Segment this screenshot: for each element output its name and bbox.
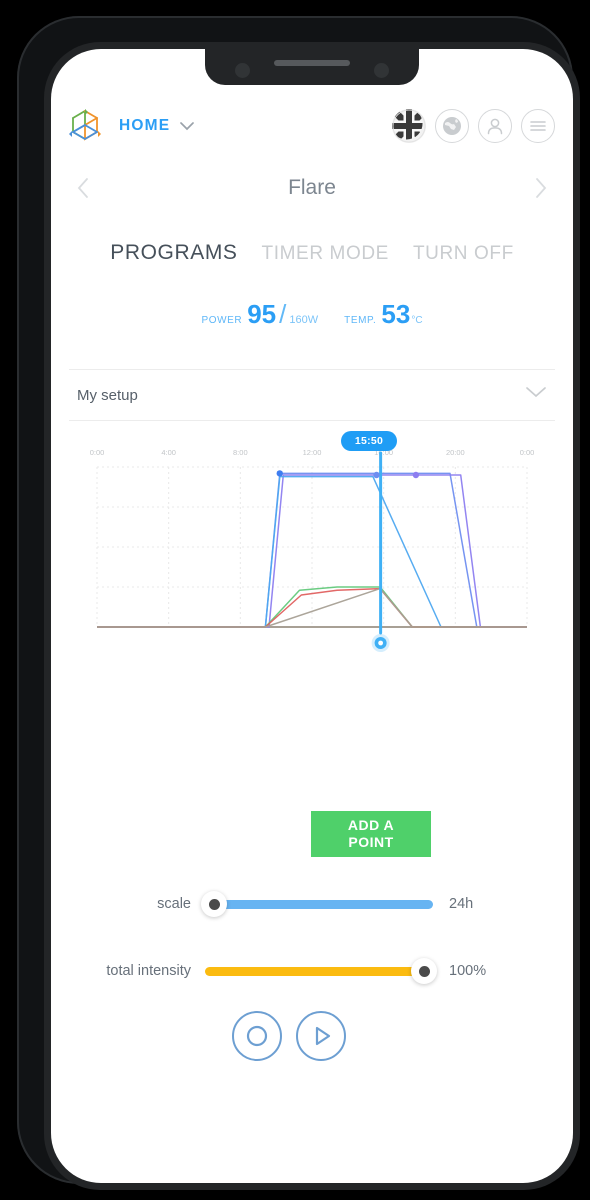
chevron-right-icon[interactable] <box>527 176 555 200</box>
power-value: 95 <box>247 299 277 329</box>
intensity-slider-track[interactable] <box>205 966 433 976</box>
svg-text:8:00: 8:00 <box>233 448 248 457</box>
chart-canvas[interactable]: 0:00 4:00 8:00 12:00 16:00 20:00 0:00 <box>69 429 555 669</box>
app-header: HOME <box>51 97 573 155</box>
app-screen: HOME Flare PROGRAMS TIMER MODE TURN OFF … <box>51 49 573 1183</box>
transport-controls <box>51 1011 573 1061</box>
tab-timer-mode[interactable]: TIMER MODE <box>262 243 389 265</box>
device-title-bar: Flare <box>51 165 573 211</box>
record-button[interactable] <box>232 1011 282 1061</box>
power-separator: / <box>279 299 287 329</box>
intensity-slider-knob[interactable] <box>411 958 437 984</box>
scale-slider-knob[interactable] <box>201 891 227 917</box>
scale-slider-label: scale <box>157 896 191 912</box>
chevron-left-icon[interactable] <box>69 176 97 200</box>
page-title: Flare <box>288 176 336 199</box>
status-readouts: POWER 95 / 160W TEMP. 53 °C <box>51 299 573 330</box>
mode-tabs: PROGRAMS TIMER MODE TURN OFF <box>51 241 573 265</box>
notch-speaker <box>274 60 350 66</box>
user-icon[interactable] <box>478 109 512 143</box>
chart-cursor-group <box>371 451 390 652</box>
scale-slider-value: 24h <box>449 896 474 912</box>
tab-turn-off[interactable]: TURN OFF <box>413 243 514 265</box>
svg-text:4:00: 4:00 <box>161 448 176 457</box>
notch-camera-left-icon <box>235 63 250 78</box>
scale-slider[interactable] <box>201 887 433 921</box>
temp-unit: °C <box>411 315 423 326</box>
hamburger-menu-icon[interactable] <box>521 109 555 143</box>
tab-programs[interactable]: PROGRAMS <box>110 241 237 265</box>
chevron-down-icon[interactable] <box>179 121 195 132</box>
selected-time-badge[interactable]: 15:50 <box>341 431 397 451</box>
svg-text:12:00: 12:00 <box>303 448 322 457</box>
svg-text:20:00: 20:00 <box>446 448 465 457</box>
header-icon-group <box>392 109 555 143</box>
temp-value: 53 <box>381 299 411 329</box>
home-label[interactable]: HOME <box>119 117 170 135</box>
power-readout: POWER 95 / 160W <box>201 299 318 330</box>
scale-slider-track[interactable] <box>205 899 433 909</box>
globe-icon[interactable] <box>435 109 469 143</box>
chevron-down-icon[interactable] <box>525 386 547 404</box>
temperature-readout: TEMP. 53 °C <box>344 299 422 330</box>
phone-notch <box>205 49 419 85</box>
program-chart[interactable]: 15:50 0:00 4:00 8:00 12:00 16:00 20:00 0:00 <box>69 429 555 669</box>
intensity-slider-row: total intensity 100% <box>69 954 555 988</box>
power-max: 160W <box>289 314 319 326</box>
notch-camera-right-icon <box>374 63 389 78</box>
setup-selector[interactable]: My setup <box>69 369 555 421</box>
svg-text:0:00: 0:00 <box>520 448 535 457</box>
power-label: POWER <box>201 315 243 326</box>
record-circle-icon <box>246 1025 268 1047</box>
intensity-slider-value: 100% <box>449 963 487 979</box>
play-button[interactable] <box>296 1011 346 1061</box>
cube-logo-icon[interactable] <box>65 106 105 146</box>
intensity-slider-label: total intensity <box>106 963 191 979</box>
phone-frame: HOME Flare PROGRAMS TIMER MODE TURN OFF … <box>17 16 580 1190</box>
add-point-button[interactable]: ADD A POINT <box>311 811 431 857</box>
language-flag-icon[interactable] <box>392 109 426 143</box>
temp-label: TEMP. <box>344 315 377 326</box>
svg-text:0:00: 0:00 <box>90 448 105 457</box>
chart-tick-labels: 0:00 4:00 8:00 12:00 16:00 20:00 0:00 <box>90 448 535 457</box>
add-point-line2: POINT <box>348 834 394 850</box>
intensity-slider[interactable] <box>205 954 437 988</box>
add-point-line1: ADD A <box>347 817 395 834</box>
scale-slider-row: scale 24h <box>69 887 555 921</box>
play-triangle-icon <box>315 1026 331 1046</box>
setup-label: My setup <box>77 386 138 404</box>
